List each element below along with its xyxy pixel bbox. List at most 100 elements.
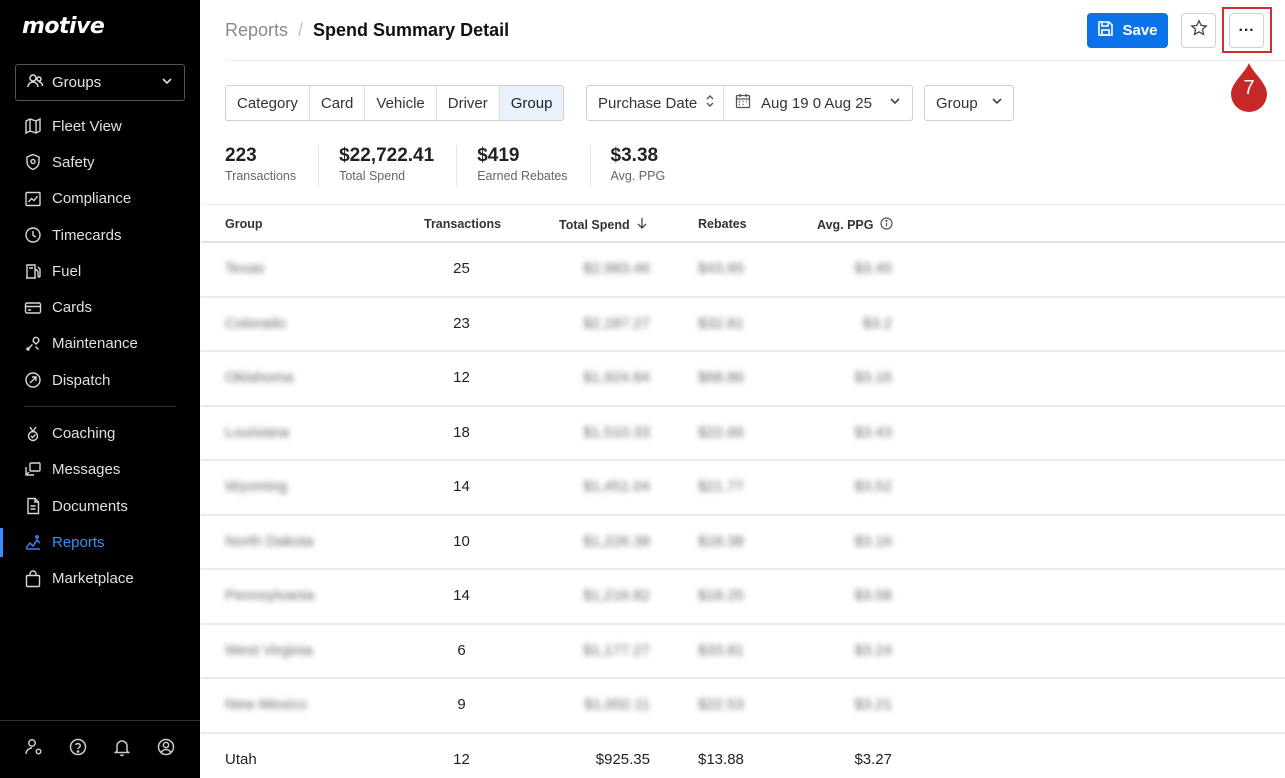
purchase-date-sort[interactable]: Purchase Date xyxy=(587,86,724,120)
star-icon xyxy=(1189,19,1208,42)
cell-total-spend: $1,924.84 xyxy=(583,369,650,386)
clock-icon xyxy=(24,226,42,244)
stat-label: Earned Rebates xyxy=(477,169,568,183)
page-title: Spend Summary Detail xyxy=(313,20,510,40)
cell-avg-ppg: $3.58 xyxy=(854,587,892,604)
cell-rebates: $33.81 xyxy=(698,641,744,659)
cell-total-spend: $925.35 xyxy=(595,750,650,768)
main-content: Reports / Spend Summary Detail Save ··· … xyxy=(201,0,1285,778)
date-range-picker[interactable]: Aug 19 0 Aug 25 xyxy=(724,86,912,120)
table-row[interactable]: West Virginia 6 $1,177.27 $33.81 $3.24 xyxy=(201,625,1285,679)
save-button[interactable]: Save xyxy=(1087,13,1168,48)
segment-category[interactable]: Category xyxy=(226,86,310,120)
table-row[interactable]: Wyoming 14 $1,451.04 $21.77 $3.52 xyxy=(201,461,1285,516)
table-row[interactable]: Oklahoma 12 $1,924.84 $68.86 $3.16 xyxy=(201,352,1285,407)
cell-total-spend: $2,983.46 xyxy=(583,260,650,277)
cell-rebates: $32.81 xyxy=(698,314,744,332)
table-row[interactable]: Colorado 23 $2,187.27 $32.81 $3.2 xyxy=(201,298,1285,352)
cell-avg-ppg: $3.43 xyxy=(854,423,892,441)
cell-group: Texas xyxy=(225,260,265,277)
column-header-group[interactable]: Group xyxy=(225,217,263,231)
sidebar-item-maintenance[interactable]: Maintenance xyxy=(0,326,200,362)
step-marker-number: 7 xyxy=(1243,77,1255,99)
wrench-icon xyxy=(24,335,42,353)
table-row[interactable]: Texas 25 $2,983.46 $43.65 $3.45 xyxy=(201,243,1285,298)
table-row[interactable]: Louisiana 18 $1,510.33 $22.66 $3.43 xyxy=(201,407,1285,461)
sidebar-item-compliance[interactable]: Compliance xyxy=(0,181,200,217)
bell-icon[interactable] xyxy=(112,737,132,762)
cell-total-spend: $1,510.33 xyxy=(583,423,650,441)
messages-icon xyxy=(24,461,42,479)
table-row[interactable]: Utah 12 $925.35 $13.88 $3.27 xyxy=(201,734,1285,778)
help-icon[interactable] xyxy=(68,737,88,762)
calendar-icon xyxy=(735,93,751,113)
sidebar-item-label: Maintenance xyxy=(52,335,138,353)
date-range-value: Aug 19 0 Aug 25 xyxy=(761,94,872,112)
sidebar-item-fleet-view[interactable]: Fleet View xyxy=(0,108,200,144)
column-header-rebates[interactable]: Rebates xyxy=(698,217,747,231)
sidebar-item-documents[interactable]: Documents xyxy=(0,488,200,524)
sidebar-item-timecards[interactable]: Timecards xyxy=(0,217,200,253)
header-divider xyxy=(225,60,1285,61)
chart-icon xyxy=(24,190,42,208)
sidebar-item-messages[interactable]: Messages xyxy=(0,452,200,488)
cell-transactions: 18 xyxy=(453,423,470,441)
sidebar-item-fuel[interactable]: Fuel xyxy=(0,253,200,289)
sidebar-item-label: Documents xyxy=(52,497,128,515)
dispatch-icon xyxy=(24,371,42,389)
stat-value: $3.38 xyxy=(610,145,659,166)
segment-driver[interactable]: Driver xyxy=(437,86,500,120)
cell-transactions: 14 xyxy=(453,587,470,604)
sidebar-item-marketplace[interactable]: Marketplace xyxy=(0,561,200,597)
column-header-total-spend[interactable]: Total Spend xyxy=(559,217,648,232)
account-icon[interactable] xyxy=(156,737,176,762)
column-header-avg-ppg[interactable]: Avg. PPG xyxy=(817,217,893,233)
sidebar-item-cards[interactable]: Cards xyxy=(0,289,200,325)
table-row[interactable]: Pennsylvania 14 $1,216.82 $18.25 $3.58 xyxy=(201,570,1285,625)
sort-descending-icon xyxy=(636,217,648,232)
coaching-icon xyxy=(24,425,42,443)
sidebar-item-label: Messages xyxy=(52,461,121,479)
cell-transactions: 23 xyxy=(453,314,470,332)
info-icon[interactable] xyxy=(879,217,893,233)
sidebar-item-coaching[interactable]: Coaching xyxy=(0,415,200,451)
segment-vehicle[interactable]: Vehicle xyxy=(365,86,437,120)
sidebar: motive Groups Fleet View Safety Compliance… xyxy=(0,0,200,778)
segment-card[interactable]: Card xyxy=(310,86,366,120)
column-label: Transactions xyxy=(424,217,502,231)
cell-avg-ppg: $3.16 xyxy=(854,532,892,550)
cell-total-spend: $1,451.04 xyxy=(583,478,650,495)
sidebar-item-label: Fuel xyxy=(52,262,82,280)
user-settings-icon[interactable] xyxy=(24,737,44,762)
column-label: Rebates xyxy=(698,217,747,231)
reports-icon xyxy=(24,533,42,551)
group-filter-dropdown[interactable]: Group xyxy=(924,85,1014,121)
breadcrumb-reports-link[interactable]: Reports xyxy=(225,20,288,41)
sidebar-item-dispatch[interactable]: Dispatch xyxy=(0,362,200,398)
cell-transactions: 14 xyxy=(453,478,470,495)
table-row[interactable]: North Dakota 10 $1,226.38 $18.38 $3.16 xyxy=(201,516,1285,570)
segment-group[interactable]: Group xyxy=(499,86,564,120)
cell-avg-ppg: $3.16 xyxy=(854,369,892,386)
cell-transactions: 9 xyxy=(457,696,466,713)
table-row[interactable]: New Mexico 9 $1,002.11 $22.53 $3.21 xyxy=(201,679,1285,734)
favorite-button[interactable] xyxy=(1181,13,1216,48)
sidebar-item-label: Fleet View xyxy=(52,117,122,135)
save-button-label: Save xyxy=(1122,22,1158,39)
column-label: Avg. PPG xyxy=(817,218,874,232)
stat-transactions: 223 Transactions xyxy=(225,145,320,187)
sidebar-item-label: Coaching xyxy=(52,425,116,443)
cell-rebates: $18.25 xyxy=(698,587,744,604)
cell-rebates: $68.86 xyxy=(698,369,744,386)
sidebar-item-safety[interactable]: Safety xyxy=(0,144,200,180)
groups-dropdown[interactable]: Groups xyxy=(15,64,185,101)
stat-value: $22,722.41 xyxy=(339,145,435,166)
stat-label: Avg. PPG xyxy=(610,169,666,183)
sidebar-item-reports[interactable]: Reports xyxy=(0,524,200,560)
column-header-transactions[interactable]: Transactions xyxy=(424,217,501,231)
cell-group: North Dakota xyxy=(225,532,314,550)
summary-stats: 223 Transactions $22,722.41 Total Spend $419… xyxy=(225,145,707,187)
sidebar-item-label: Dispatch xyxy=(52,371,111,389)
step-marker: 7 xyxy=(1229,63,1269,113)
motive-logo[interactable]: motive xyxy=(22,14,105,39)
